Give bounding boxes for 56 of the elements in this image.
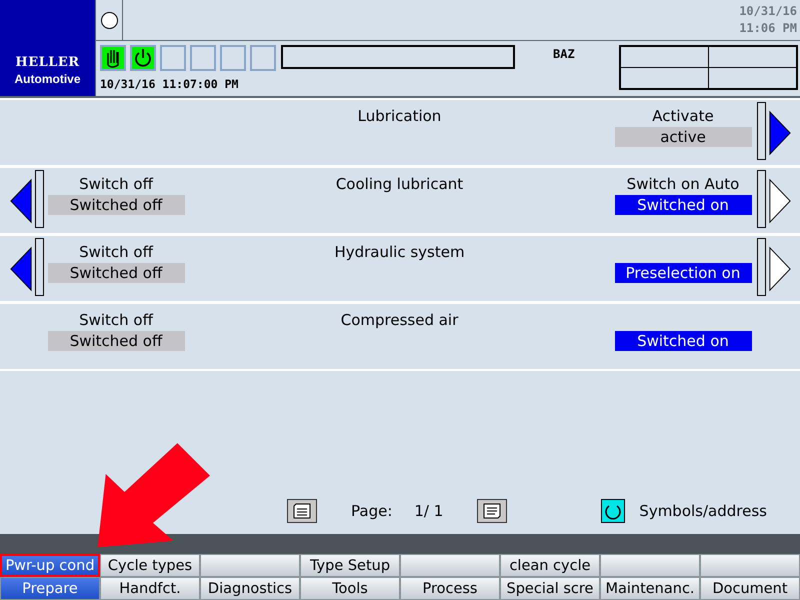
refresh-icon[interactable]	[601, 499, 626, 523]
power-icon	[130, 45, 156, 71]
softkey[interactable]: Special scre	[500, 577, 600, 600]
action-label: Switch off	[79, 310, 153, 330]
hand-icon	[100, 45, 126, 71]
empty-slot	[160, 45, 186, 71]
status-circle-icon	[100, 12, 118, 28]
softkey[interactable]: Process	[400, 577, 500, 600]
empty-slot	[250, 45, 276, 71]
softkey[interactable]: Handfct.	[100, 577, 200, 600]
status-value: Preselection on	[614, 263, 752, 283]
brand-name: HELLER	[15, 55, 80, 70]
status-value: Switched off	[48, 263, 184, 283]
softkey[interactable]	[700, 554, 800, 577]
action-label: Switch off	[79, 242, 153, 262]
right-arrow-icon[interactable]	[768, 108, 792, 158]
page-forward-icon[interactable]	[477, 499, 508, 523]
status-value: active	[614, 127, 752, 147]
action-label: Switch off	[79, 174, 153, 194]
softkey[interactable]: Document	[700, 577, 800, 600]
softkey[interactable]	[200, 554, 300, 577]
right-arrow-icon[interactable]	[768, 176, 792, 226]
status-value: Switched off	[48, 331, 184, 351]
status-value: Switched off	[48, 195, 184, 215]
unit-title: Cooling lubricant	[334, 174, 464, 195]
status-value: Switched on	[614, 195, 752, 215]
softkey[interactable]: Diagnostics	[200, 577, 300, 600]
softkey[interactable]: Type Setup	[300, 554, 400, 577]
empty-slot	[190, 45, 216, 71]
unit-title: Lubrication	[356, 106, 442, 127]
softkey[interactable]	[400, 554, 500, 577]
softkey[interactable]: Cycle types	[100, 554, 200, 577]
left-arrow-icon[interactable]	[9, 244, 33, 294]
page-label: Page:	[351, 502, 392, 520]
softkey[interactable]: Tools	[300, 577, 400, 600]
softkey[interactable]	[600, 554, 700, 577]
action-label: Switch on Auto	[626, 174, 740, 194]
clock-date: 10/31/16	[739, 3, 797, 20]
page-number: 1/ 1	[414, 502, 444, 520]
mode-label: BAZ	[553, 47, 575, 61]
symbols-address-label: Symbols/address	[639, 502, 767, 520]
softkey[interactable]: Pwr-up cond	[0, 554, 100, 577]
page-back-icon[interactable]	[287, 499, 317, 523]
softkey[interactable]: Prepare	[0, 577, 100, 600]
status-value: Switched on	[614, 331, 752, 351]
left-arrow-icon[interactable]	[9, 176, 33, 226]
unit-title: Hydraulic system	[333, 242, 466, 263]
unit-title: Compressed air	[340, 310, 460, 331]
brand-subtitle: Automotive	[14, 72, 80, 86]
action-label: Activate	[652, 106, 714, 126]
clock-time: 11:06 PM	[739, 20, 797, 37]
softkey[interactable]: clean cycle	[500, 554, 600, 577]
right-arrow-icon[interactable]	[768, 244, 792, 294]
timestamp: 10/31/16 11:07:00 PM	[100, 77, 240, 91]
softkey[interactable]: Maintenanc.	[600, 577, 700, 600]
empty-slot	[220, 45, 246, 71]
